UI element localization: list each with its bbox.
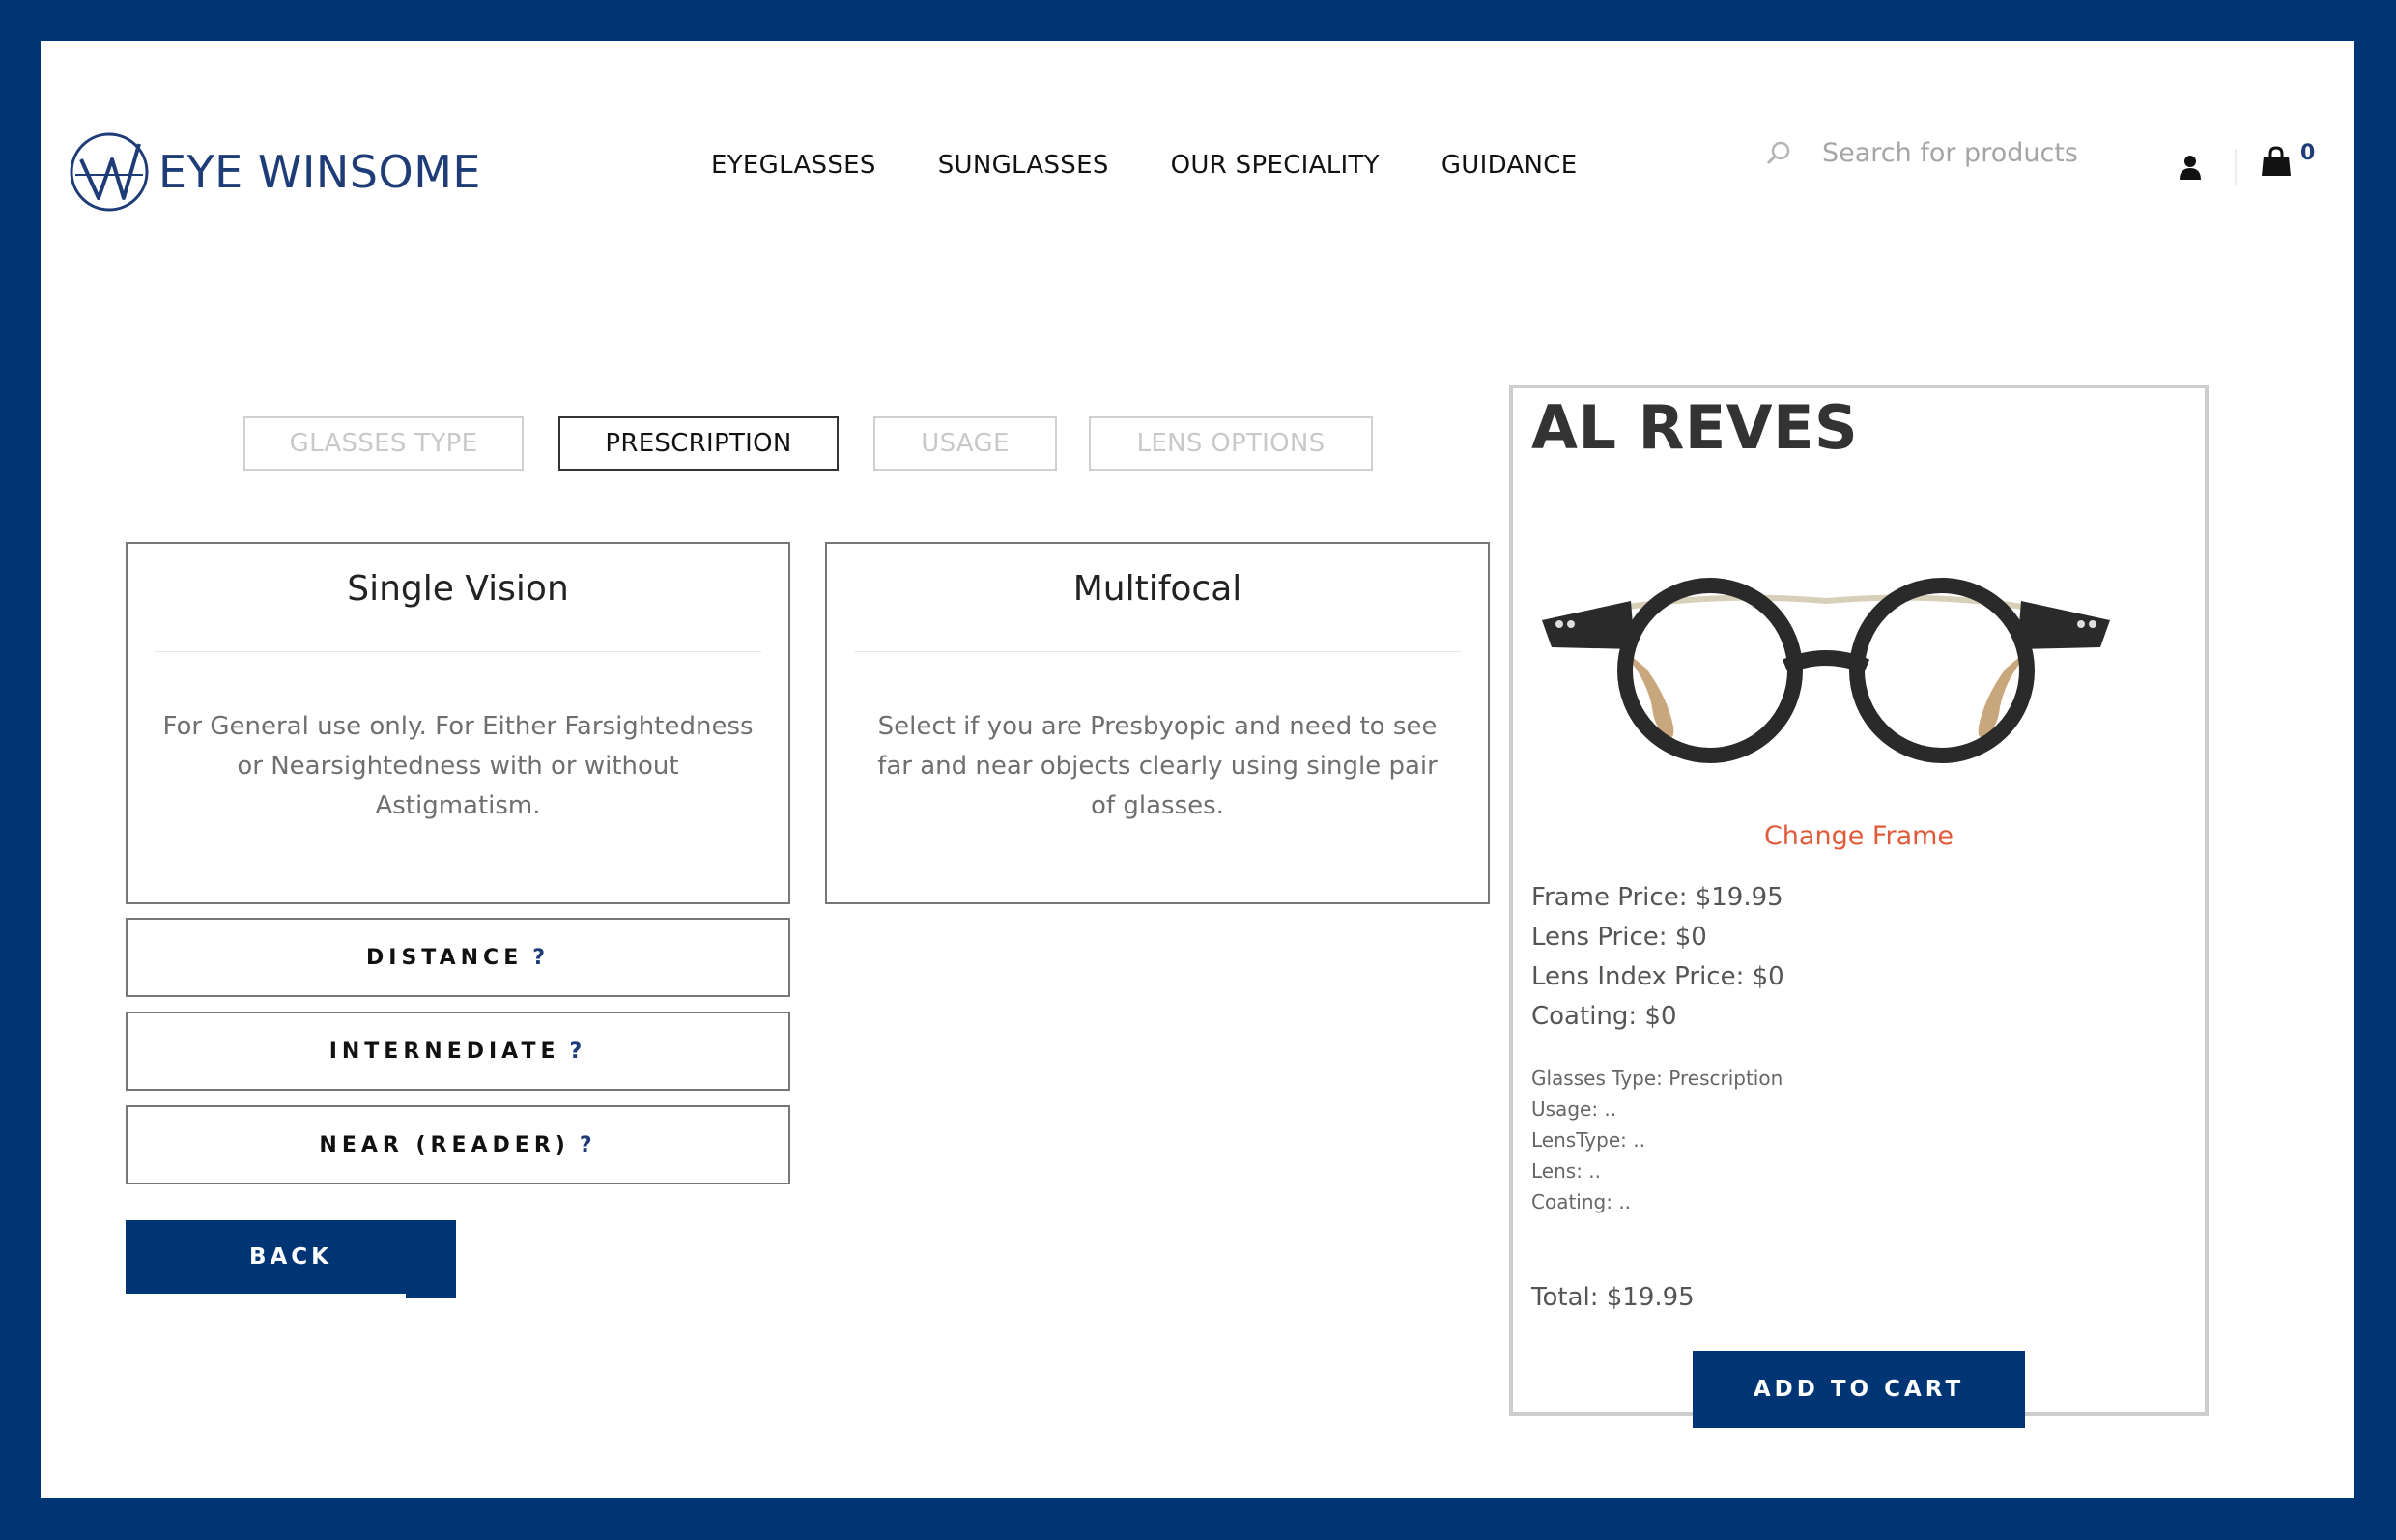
product-name: AL REVES — [1531, 392, 1859, 463]
option-description-line: far and near objects clearly using singl… — [877, 752, 1438, 781]
detail-glasses-type: Glasses Type: Prescription — [1531, 1067, 1783, 1090]
nav-eyeglasses[interactable]: EYEGLASSES — [711, 151, 876, 180]
step-usage[interactable]: USAGE — [873, 416, 1057, 471]
option-single-vision[interactable]: Single Vision For General use only. For … — [126, 542, 790, 904]
add-to-cart-button[interactable]: ADD TO CART — [1693, 1351, 2025, 1428]
logo-mark-icon — [70, 132, 149, 212]
cart-button[interactable]: 0 — [2260, 141, 2315, 178]
nav-sunglasses[interactable]: SUNGLASSES — [938, 151, 1109, 180]
step-glasses-type[interactable]: GLASSES TYPE — [243, 416, 524, 471]
step-lens-options[interactable]: LENS OPTIONS — [1089, 416, 1373, 471]
lens-index-price: Lens Index Price: $0 — [1531, 962, 1784, 991]
frame-price: Frame Price: $19.95 — [1531, 883, 1783, 912]
logo-text: EYE WINSOME — [158, 146, 481, 198]
step-prescription[interactable]: PRESCRIPTION — [558, 416, 839, 471]
lens-price: Lens Price: $0 — [1531, 923, 1707, 952]
cart-count-badge: 0 — [2300, 141, 2316, 165]
cart-bag-icon — [2262, 146, 2291, 176]
option-title: Single Vision — [347, 569, 569, 609]
option-description-line: Astigmatism. — [375, 791, 541, 820]
main-nav: EYEGLASSES SUNGLASSES OUR SPECIALITY GUI… — [711, 151, 1577, 180]
search-input[interactable] — [1820, 137, 2133, 169]
search-icon[interactable] — [1764, 139, 1793, 168]
nav-our-speciality[interactable]: OUR SPECIALITY — [1171, 151, 1380, 180]
help-icon[interactable]: ? — [570, 1040, 587, 1064]
option-description: Select if you are Presbyopic and need to… — [850, 707, 1465, 826]
option-description-line: of glasses. — [1091, 791, 1224, 820]
coating-price: Coating: $0 — [1531, 1002, 1677, 1031]
user-icon[interactable] — [2176, 153, 2205, 182]
change-frame-link[interactable]: Change Frame — [1513, 821, 2205, 851]
detail-lens: Lens: .. — [1531, 1159, 1602, 1183]
sub-option-near-reader[interactable]: NEAR (READER)? — [126, 1105, 790, 1184]
option-description-line: or Nearsightedness with or without — [237, 752, 679, 781]
detail-coating: Coating: .. — [1531, 1190, 1632, 1213]
divider — [854, 651, 1461, 652]
sub-option-label: DISTANCE — [366, 945, 524, 970]
help-icon[interactable]: ? — [532, 946, 550, 970]
divider — [155, 651, 761, 652]
sub-option-distance[interactable]: DISTANCE? — [126, 918, 790, 997]
header-divider — [2235, 149, 2237, 185]
back-button[interactable]: BACK — [126, 1220, 456, 1294]
detail-lens-type: LensType: .. — [1531, 1128, 1645, 1152]
total-price: Total: $19.95 — [1531, 1283, 1695, 1312]
sub-option-label: INTERNEDIATE — [328, 1039, 560, 1064]
logo[interactable]: EYE WINSOME — [68, 130, 481, 214]
back-button-accent — [406, 1291, 456, 1298]
nav-guidance[interactable]: GUIDANCE — [1441, 151, 1578, 180]
option-multifocal[interactable]: Multifocal Select if you are Presbyopic … — [825, 542, 1490, 904]
option-description-line: For General use only. For Either Farsigh… — [162, 712, 754, 741]
glasses-product-image — [1542, 578, 2110, 763]
detail-usage: Usage: .. — [1531, 1098, 1617, 1121]
help-icon[interactable]: ? — [580, 1133, 597, 1157]
order-summary-panel: AL REVES Change Frame Frame Price: $19.9… — [1509, 385, 2209, 1428]
sub-option-intermediate[interactable]: INTERNEDIATE? — [126, 1012, 790, 1091]
search-bar — [1764, 137, 2133, 169]
option-description-line: Select if you are Presbyopic and need to… — [877, 712, 1438, 741]
option-title: Multifocal — [1072, 569, 1242, 609]
sub-option-label: NEAR (READER) — [319, 1132, 570, 1157]
page: EYE WINSOME EYEGLASSES SUNGLASSES OUR SP… — [41, 41, 2354, 1498]
option-description: For General use only. For Either Farsigh… — [151, 707, 765, 826]
